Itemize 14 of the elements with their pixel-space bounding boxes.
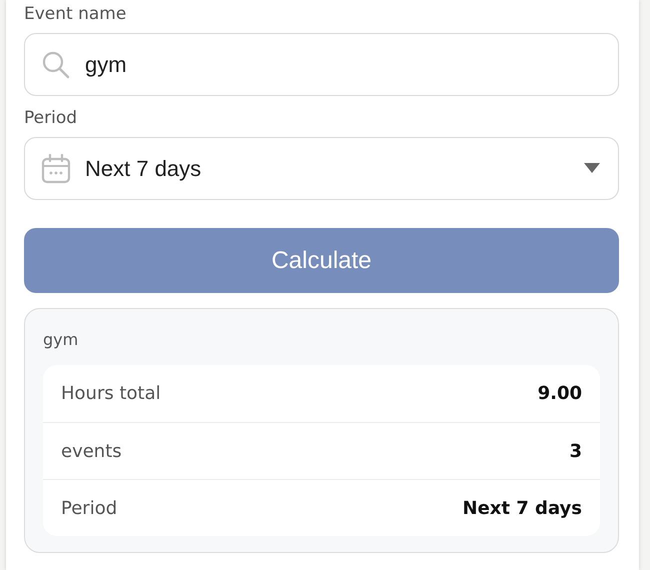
- row-label: Period: [61, 498, 118, 518]
- field-label: Period: [24, 107, 78, 130]
- caret-icon: [584, 163, 600, 174]
- event-name-field[interactable]: gym: [24, 33, 619, 96]
- row-value: 3: [569, 440, 582, 462]
- row-value: 9.00: [538, 383, 582, 404]
- row-label: Hours total: [61, 383, 161, 404]
- field-label: Event name: [24, 3, 128, 26]
- result-title: gym: [43, 329, 80, 351]
- period-select[interactable]: Next 7 days: [24, 137, 619, 200]
- row-label: events: [61, 440, 122, 462]
- calendar-icon: [41, 154, 71, 184]
- search-icon: [41, 50, 71, 80]
- row-value: Next 7 days: [462, 498, 582, 518]
